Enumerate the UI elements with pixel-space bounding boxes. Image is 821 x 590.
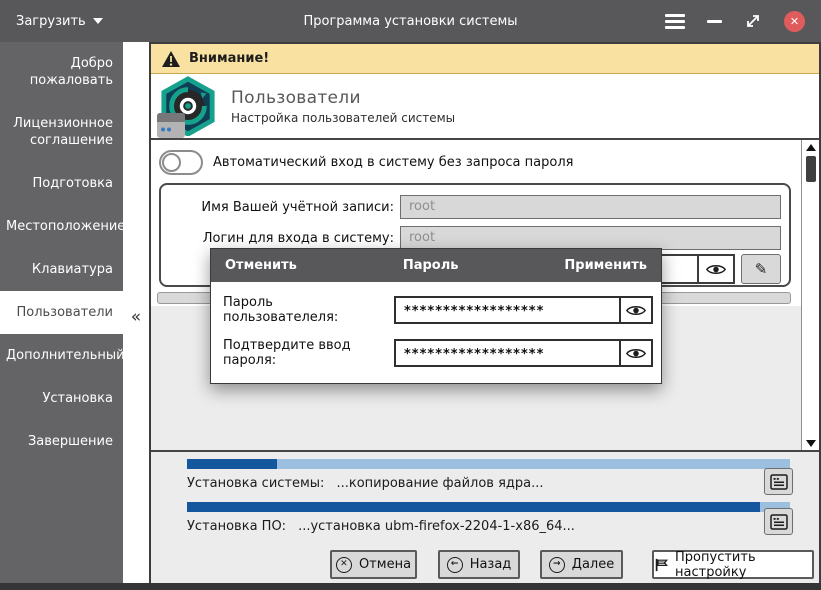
system-progressbar [187,459,790,469]
sidebar-item-location[interactable]: Местоположение [0,205,123,248]
autologin-toggle[interactable] [159,150,203,175]
page-header-text: Пользователи Настройка пользователей сис… [231,88,455,125]
back-button-label: Назад [470,557,512,572]
account-name-field[interactable]: root [400,195,781,219]
eye-icon [705,263,727,276]
sidebar-gutter: « [123,42,149,583]
flag-icon [654,557,668,573]
new-password-label: Пароль пользователеля: [223,295,386,325]
confirm-password-label: Подтвердите ввод пароля: [223,338,386,368]
next-button[interactable]: → Далее [540,550,623,579]
software-progressbar [187,502,790,512]
modal-title: Пароль [403,258,459,273]
cancel-button-label: Отмена [359,557,411,572]
password-dialog-body: Пароль пользователеля: *****************… [211,282,661,383]
sidebar-item-license[interactable]: Лицензионное соглашение [0,102,123,162]
main-panel: Внимание! Поль [149,42,821,583]
status-panel: Установка системы: ...копирование файлов … [151,450,819,583]
collapse-sidebar-button[interactable]: « [123,307,149,327]
back-arrow-icon: ← [447,557,463,573]
software-progress-label: Установка ПО: ...установка ubm-firefox-22… [187,519,790,536]
close-icon[interactable]: ✕ [784,11,805,32]
new-password-field[interactable]: ****************** [394,296,653,324]
users-logo [159,76,221,136]
chevron-down-icon [93,18,103,24]
vertical-scrollbar[interactable] [801,140,819,450]
new-password-row: Пароль пользователеля: *****************… [223,295,653,325]
next-button-label: Далее [572,557,614,572]
autologin-label: Автоматический вход в систему без запрос… [213,155,573,170]
pencil-icon: ✎ [755,260,768,278]
password-dialog: Отменить Пароль Применить Пароль пользов… [210,248,662,384]
warning-icon [161,50,181,68]
login-row: Логин для входа в систему: root [169,226,781,250]
new-password-value: ****************** [396,298,619,322]
window-bottom-edge [0,583,821,590]
sidebar-item-keyboard[interactable]: Клавиатура [0,248,123,291]
warning-banner: Внимание! [151,44,819,74]
page-subtitle: Настройка пользователей системы [231,111,455,125]
sidebar-item-installation[interactable]: Установка [0,377,123,420]
software-progress-title: Установка ПО: [187,519,286,534]
eye-icon [625,304,647,317]
sidebar-item-additional[interactable]: Дополнительный [0,334,123,377]
load-dropdown-label: Загрузить [16,14,86,29]
system-progress-status: ...копирование файлов ядра... [336,476,543,491]
sidebar-item-users[interactable]: Пользователи [0,291,123,334]
steps-sidebar: Добро пожаловать Лицензионное соглашение… [0,42,123,583]
login-field[interactable]: root [400,226,781,250]
system-progress-label: Установка системы: ...копирование файлов … [187,476,790,493]
progress-area: Установка системы: ...копирование файлов … [187,459,790,545]
scrollbar-thumb[interactable] [806,156,816,182]
system-progress-title: Установка системы: [187,476,324,491]
edit-password-button[interactable]: ✎ [741,254,781,284]
cancel-button[interactable]: ✕ Отмена [330,550,417,579]
confirm-password-row: Подтвердите ввод пароля: ***************… [223,338,653,368]
titlebar: Загрузить Программа установки системы ✕ [0,0,821,42]
next-arrow-icon: → [549,557,565,573]
modal-cancel-button[interactable]: Отменить [225,258,297,273]
skip-button-label: Пропустить настройку [675,550,812,580]
scroll-down-button[interactable] [802,436,819,450]
skip-setup-button[interactable]: Пропустить настройку [652,550,814,579]
system-log-button[interactable] [764,468,793,495]
modal-apply-button[interactable]: Применить [564,258,647,273]
window-badge-icon [157,113,185,138]
log-icon [770,514,788,530]
load-dropdown[interactable]: Загрузить [16,14,103,29]
warning-text: Внимание! [189,51,269,66]
software-log-button[interactable] [764,508,793,535]
triangle-up-icon [806,144,816,151]
maximize-icon[interactable] [744,12,762,30]
eye-icon [625,347,647,360]
close-glyph: ✕ [790,15,799,28]
page-title: Пользователи [231,88,455,108]
installer-window: Загрузить Программа установки системы ✕ … [0,0,821,590]
sidebar-item-preparation[interactable]: Подготовка [0,162,123,205]
page-header: Пользователи Настройка пользователей сис… [151,74,819,140]
login-label: Логин для входа в систему: [169,231,394,246]
scroll-up-button[interactable] [802,140,819,154]
window-controls: ✕ [665,11,805,32]
software-progress-status: ...установка ubm-firefox-2204-1-x86_64..… [298,519,575,534]
minimize-icon[interactable] [707,20,722,23]
account-name-row: Имя Вашей учётной записи: root [169,195,781,219]
password-dialog-header: Отменить Пароль Применить [211,249,661,282]
show-new-password-button[interactable] [619,298,651,322]
confirm-password-field[interactable]: ****************** [394,339,653,367]
show-confirm-password-button[interactable] [619,341,651,365]
autologin-row: Автоматический вход в систему без запрос… [151,140,801,176]
sidebar-item-welcome[interactable]: Добро пожаловать [0,42,123,102]
menu-icon[interactable] [665,14,685,29]
log-icon [770,474,788,490]
triangle-down-icon [806,440,816,447]
confirm-password-value: ****************** [396,341,619,365]
show-password-button[interactable] [697,256,733,282]
back-button[interactable]: ← Назад [438,550,520,579]
account-name-label: Имя Вашей учётной записи: [169,200,394,215]
sidebar-item-completion[interactable]: Завершение [0,420,123,463]
cancel-circle-icon: ✕ [336,557,352,573]
